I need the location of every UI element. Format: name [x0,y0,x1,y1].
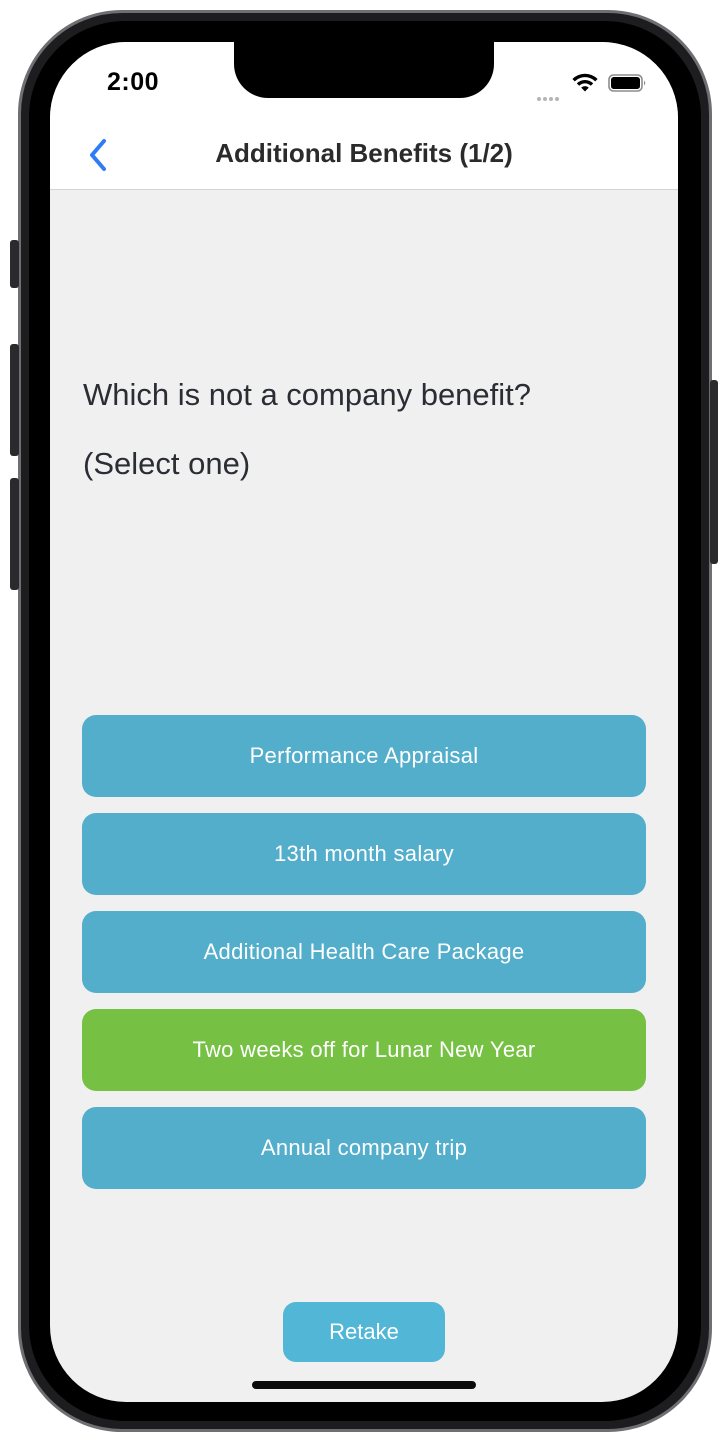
screen: 2:00 Additional Benefits (1/2) Which is … [50,42,678,1402]
volume-up-button [10,344,19,456]
wifi-icon [572,73,598,92]
instruction-text: (Select one) [83,446,251,481]
answer-option-button-selected[interactable]: Two weeks off for Lunar New Year [82,1009,646,1091]
page-title: Additional Benefits (1/2) [215,138,513,168]
power-button [710,380,718,564]
status-time: 2:00 [107,68,160,96]
battery-icon [608,74,646,92]
nav-divider [50,189,678,190]
status-bar: 2:00 [50,42,678,152]
volume-down-button [10,478,19,590]
silent-switch [10,240,19,288]
retake-button[interactable]: Retake [283,1302,445,1362]
home-indicator[interactable] [252,1381,476,1389]
notch [234,42,494,98]
answer-option-button[interactable]: 13th month salary [82,813,646,895]
answer-option-button[interactable]: Annual company trip [82,1107,646,1189]
answer-option-button[interactable]: Additional Health Care Package [82,911,646,993]
answer-option-button[interactable]: Performance Appraisal [82,715,646,797]
question-text: Which is not a company benefit? [83,377,532,412]
cellular-signal-icon [537,88,561,106]
